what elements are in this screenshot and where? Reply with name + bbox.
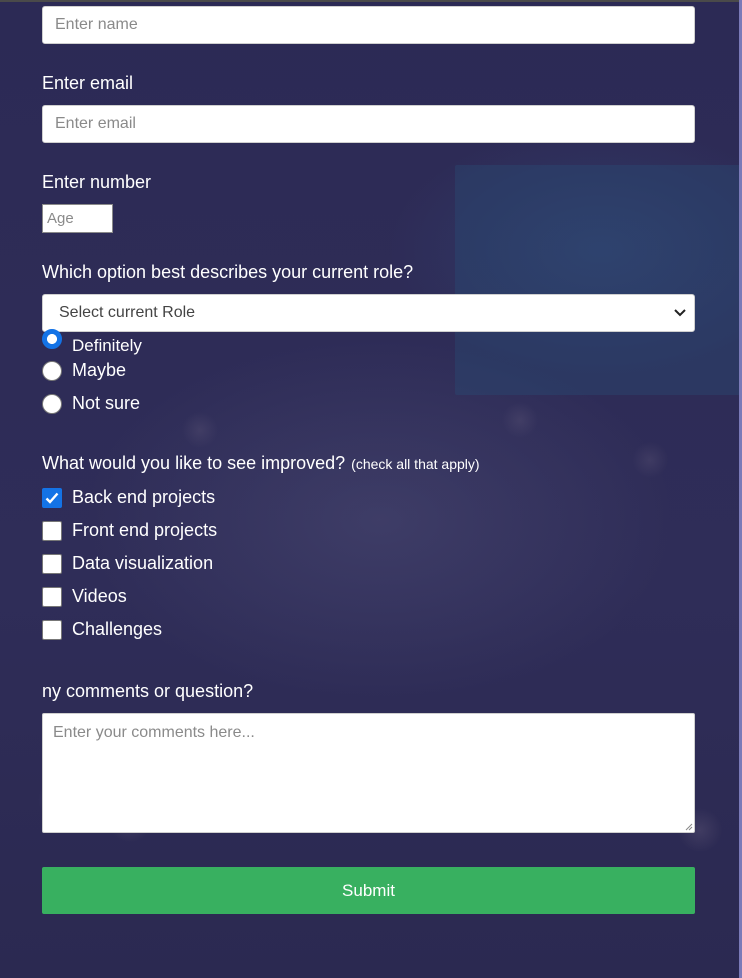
- role-label: Which option best describes your current…: [42, 262, 414, 282]
- radio-option-not-sure[interactable]: Not sure: [42, 393, 140, 414]
- improve-hint: (check all that apply): [351, 456, 480, 472]
- name-input[interactable]: [42, 6, 695, 44]
- checkbox-label: Videos: [72, 586, 127, 606]
- resize-grip-icon[interactable]: [683, 821, 693, 831]
- checkbox-option-data-visualization[interactable]: Data visualization: [42, 553, 213, 574]
- email-label: Enter email: [42, 73, 134, 93]
- checkbox-label: Challenges: [72, 619, 163, 639]
- submit-button[interactable]: Submit: [42, 867, 695, 914]
- radio-button[interactable]: [42, 360, 62, 381]
- role-select[interactable]: Select current Role: [42, 294, 695, 332]
- checkbox-option-videos[interactable]: Videos: [42, 586, 127, 607]
- radio-button[interactable]: [42, 329, 62, 349]
- checkbox[interactable]: [42, 586, 62, 607]
- chevron-down-icon: [674, 306, 686, 320]
- checkbox-option-front-end[interactable]: Front end projects: [42, 520, 217, 541]
- checkbox-label: Front end projects: [72, 520, 218, 540]
- checkbox[interactable]: [42, 520, 62, 541]
- radio-button[interactable]: [42, 393, 62, 414]
- improve-question: What would you like to see improved?: [42, 453, 346, 473]
- checkmark-icon: [45, 492, 59, 504]
- checkbox[interactable]: [42, 553, 62, 574]
- radio-label: Maybe: [72, 360, 127, 380]
- comments-label: ny comments or question?: [42, 681, 254, 701]
- background-screen: [455, 165, 742, 395]
- checkbox-label: Back end projects: [72, 487, 216, 507]
- checkbox-label: Data visualization: [72, 553, 214, 573]
- improve-label: What would you like to see improved? (che…: [42, 453, 480, 474]
- comments-textarea[interactable]: [42, 713, 695, 833]
- number-label: Enter number: [42, 172, 152, 192]
- top-border: [0, 0, 742, 2]
- checkbox-option-back-end[interactable]: Back end projects: [42, 487, 215, 508]
- checkbox-option-challenges[interactable]: Challenges: [42, 619, 162, 640]
- radio-label: Definitely: [72, 336, 142, 355]
- radio-option-definitely[interactable]: Definitely: [42, 329, 142, 355]
- age-input[interactable]: [42, 204, 113, 233]
- checkbox[interactable]: [42, 619, 62, 640]
- radio-label: Not sure: [72, 393, 141, 413]
- role-select-value: Select current Role: [59, 304, 196, 321]
- radio-option-maybe[interactable]: Maybe: [42, 360, 126, 381]
- email-input[interactable]: [42, 105, 695, 143]
- checkbox[interactable]: [42, 487, 62, 508]
